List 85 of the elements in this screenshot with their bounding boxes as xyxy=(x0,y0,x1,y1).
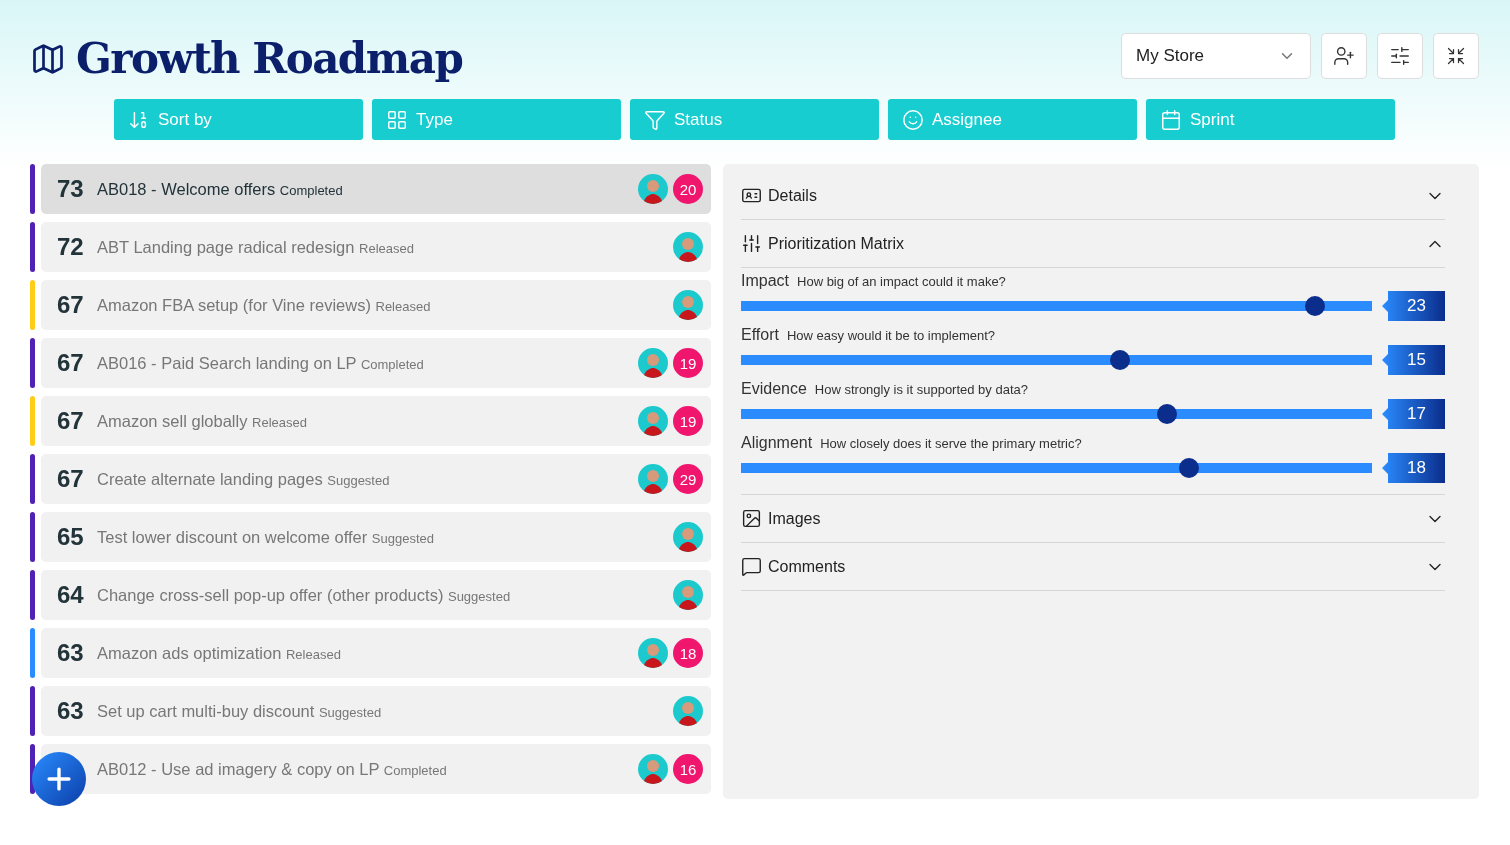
comments-icon xyxy=(741,556,762,577)
slider-question: How closely does it serve the primary metric? xyxy=(820,436,1082,451)
item-score: 65 xyxy=(57,523,85,551)
roadmap-item[interactable]: 73 AB018 - Welcome offers Completed 20 xyxy=(41,164,711,214)
avatar-icon xyxy=(638,348,668,378)
slider-value: 17 xyxy=(1382,399,1445,429)
item-score: 63 xyxy=(57,639,85,667)
slider-value: 18 xyxy=(1382,453,1445,483)
images-icon xyxy=(741,508,762,529)
store-select[interactable]: My Store xyxy=(1121,33,1311,79)
roadmap-item[interactable]: 67 Amazon sell globally Released 19 xyxy=(41,396,711,446)
section-header[interactable]: Images xyxy=(741,495,1445,543)
item-score: 73 xyxy=(57,175,85,203)
roadmap-item[interactable]: AB012 - Use ad imagery & copy on LP Completed 16 xyxy=(41,744,711,794)
item-title: Test lower discount on welcome offer Suggested xyxy=(97,527,435,547)
item-title: Amazon ads optimization Released xyxy=(97,643,342,663)
slider-label: Impact xyxy=(741,272,789,290)
roadmap-item[interactable]: 72 ABT Landing page radical redesign Released xyxy=(41,222,711,272)
slider-label: Evidence xyxy=(741,380,807,398)
item-score: 67 xyxy=(57,407,85,435)
slider-thumb[interactable] xyxy=(1109,350,1130,370)
assignee-icon xyxy=(902,108,924,131)
add-button[interactable] xyxy=(32,752,86,806)
roadmap-item[interactable]: 67 Create alternate landing pages Suggested 29 xyxy=(41,454,711,504)
avatar-icon xyxy=(673,290,703,320)
slider-question: How strongly is it supported by data? xyxy=(814,382,1028,397)
roadmap-item[interactable]: 64 Change cross-sell pop-up offer (other products) Suggested xyxy=(41,570,711,620)
collapse-button[interactable] xyxy=(1433,33,1479,79)
item-score: 67 xyxy=(57,349,85,377)
settings-button[interactable] xyxy=(1377,33,1423,79)
item-score: 67 xyxy=(57,291,85,319)
avatar-icon xyxy=(638,464,668,494)
count-badge: 20 xyxy=(673,174,703,204)
item-title: AB016 - Paid Search landing on LP Completed xyxy=(97,353,425,373)
section-header[interactable]: Details xyxy=(741,172,1445,220)
item-score: 67 xyxy=(57,465,85,493)
avatar-icon xyxy=(673,580,703,610)
matrix-icon xyxy=(741,233,762,254)
count-badge: 18 xyxy=(673,638,703,668)
avatar-icon xyxy=(673,522,703,552)
avatar-icon xyxy=(638,174,668,204)
item-title: Change cross-sell pop-up offer (other products) Suggested xyxy=(97,585,512,605)
roadmap-item[interactable]: 63 Amazon ads optimization Released 18 xyxy=(41,628,711,678)
sprint-icon xyxy=(1160,108,1182,131)
item-title: ABT Landing page radical redesign Released xyxy=(97,237,415,257)
type-icon xyxy=(386,108,408,131)
status-icon xyxy=(644,108,666,131)
item-score: 64 xyxy=(57,581,85,609)
slider-label: Effort xyxy=(741,326,779,344)
add-user-button[interactable] xyxy=(1321,33,1367,79)
count-badge: 19 xyxy=(673,348,703,378)
slider-question: How big of an impact could it make? xyxy=(797,274,1006,289)
avatar-icon xyxy=(638,638,668,668)
slider-question: How easy would it be to implement? xyxy=(786,328,996,343)
roadmap-item[interactable]: 67 Amazon FBA setup (for Vine reviews) Released xyxy=(41,280,711,330)
roadmap-item[interactable]: 65 Test lower discount on welcome offer Suggested xyxy=(41,512,711,562)
section-header[interactable]: Prioritization Matrix xyxy=(741,220,1445,268)
section-header[interactable]: Comments xyxy=(741,543,1445,591)
item-title: Set up cart multi-buy discount Suggested xyxy=(97,701,383,721)
item-score: 72 xyxy=(57,233,85,261)
page-title: Growth Roadmap xyxy=(76,34,463,83)
count-badge: 29 xyxy=(673,464,703,494)
avatar-icon xyxy=(638,754,668,784)
item-title: Create alternate landing pages Suggested xyxy=(97,469,391,489)
count-badge: 19 xyxy=(673,406,703,436)
add-user-icon xyxy=(1333,45,1355,67)
count-badge: 16 xyxy=(673,754,703,784)
slider-label: Alignment xyxy=(741,434,813,452)
slider-value: 15 xyxy=(1382,345,1445,375)
roadmap-item[interactable]: 63 Set up cart multi-buy discount Suggested xyxy=(41,686,711,736)
avatar-icon xyxy=(673,232,703,262)
settings-icon xyxy=(1389,45,1411,67)
item-title: Amazon FBA setup (for Vine reviews) Released xyxy=(97,295,432,315)
item-title: AB018 - Welcome offers Completed xyxy=(97,179,344,199)
roadmap-item[interactable]: 67 AB016 - Paid Search landing on LP Completed 19 xyxy=(41,338,711,388)
avatar-icon xyxy=(673,696,703,726)
slider-thumb[interactable] xyxy=(1156,404,1177,424)
item-title: AB012 - Use ad imagery & copy on LP Completed xyxy=(97,759,448,779)
slider-thumb[interactable] xyxy=(1179,458,1199,478)
avatar-icon xyxy=(638,406,668,436)
shrink-icon xyxy=(1446,46,1466,66)
slider-thumb[interactable] xyxy=(1305,296,1326,316)
item-score: 63 xyxy=(57,697,85,725)
slider-value: 23 xyxy=(1382,291,1445,321)
item-title: Amazon sell globally Released xyxy=(97,411,308,431)
